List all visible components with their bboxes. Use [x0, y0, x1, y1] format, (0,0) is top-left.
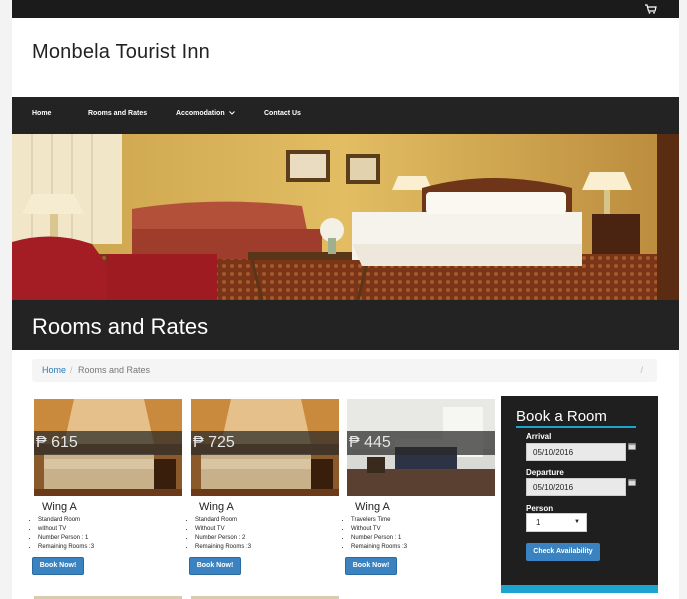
- top-bar: [12, 0, 679, 18]
- book-a-room-panel: Book a Room Arrival 05/10/2016 Departure…: [501, 396, 658, 593]
- hero-banner-image: [12, 134, 679, 300]
- select-arrow-icon: ▼: [574, 519, 580, 525]
- breadcrumb-trailing-separator: /: [640, 365, 643, 375]
- book-now-button[interactable]: Book Now!: [345, 557, 397, 575]
- check-availability-button[interactable]: Check Availability: [526, 543, 600, 561]
- person-select[interactable]: 1 ▼: [526, 513, 587, 532]
- departure-label: Departure: [526, 468, 564, 477]
- price-band: ₱ 725: [191, 431, 339, 455]
- room-details-list: Travelers Time Without TV Number Person …: [341, 516, 407, 552]
- page-title-bar: Rooms and Rates: [12, 300, 679, 350]
- book-now-button[interactable]: Book Now!: [32, 557, 84, 575]
- departure-date-input[interactable]: 05/10/2016: [526, 478, 626, 496]
- room-detail-item: Without TV: [351, 525, 407, 534]
- page-frame-right: [679, 0, 687, 599]
- room-price: ₱ 445: [349, 434, 391, 451]
- nav-home[interactable]: Home: [32, 110, 51, 117]
- room-detail-item: without TV: [38, 525, 94, 534]
- breadcrumb-current: Rooms and Rates: [78, 365, 151, 375]
- room-card: ₱ 725 Wing A Standard Room Without TV Nu…: [189, 399, 339, 581]
- room-details-list: Standard Room Without TV Number Person :…: [185, 516, 251, 552]
- room-price: ₱ 725: [193, 434, 235, 451]
- nav-accomodation-label: Accomodation: [176, 110, 225, 117]
- room-name[interactable]: Wing A: [42, 501, 77, 513]
- room-detail-item: Travelers Time: [351, 516, 407, 525]
- person-select-value: 1: [536, 518, 541, 527]
- nav-accomodation[interactable]: Accomodation: [176, 110, 235, 117]
- shopping-cart-icon[interactable]: [645, 4, 657, 14]
- room-card: ₱ 445 Wing A Travelers Time Without TV N…: [345, 399, 495, 581]
- book-a-room-title: Book a Room: [516, 408, 607, 425]
- arrival-label: Arrival: [526, 432, 552, 441]
- chevron-down-icon: [228, 111, 235, 115]
- site-title[interactable]: Monbela Tourist Inn: [32, 41, 210, 64]
- breadcrumb: Home / Rooms and Rates /: [32, 359, 657, 382]
- room-card: ₱ 615 Wing A Standard Room without TV Nu…: [32, 399, 182, 581]
- room-details-list: Standard Room without TV Number Person :…: [28, 516, 94, 552]
- room-detail-item: Remaining Rooms :3: [195, 543, 251, 552]
- room-name[interactable]: Wing A: [199, 501, 234, 513]
- main-navbar: Home Rooms and Rates Accomodation Contac…: [12, 97, 679, 134]
- room-detail-item: Standard Room: [195, 516, 251, 525]
- room-detail-item: Remaining Rooms :3: [38, 543, 94, 552]
- room-name[interactable]: Wing A: [355, 501, 390, 513]
- room-detail-item: Without TV: [195, 525, 251, 534]
- nav-contact-us[interactable]: Contact Us: [264, 110, 301, 117]
- room-detail-item: Number Person : 1: [38, 534, 94, 543]
- nav-rooms-and-rates[interactable]: Rooms and Rates: [88, 110, 147, 117]
- room-detail-item: Number Person : 1: [351, 534, 407, 543]
- arrival-date-input[interactable]: 05/10/2016: [526, 443, 626, 461]
- panel-accent-bar: [501, 585, 658, 593]
- calendar-icon[interactable]: [628, 478, 636, 486]
- room-detail-item: Number Person : 2: [195, 534, 251, 543]
- calendar-icon[interactable]: [628, 442, 636, 450]
- breadcrumb-separator: /: [70, 365, 73, 375]
- room-detail-item: Standard Room: [38, 516, 94, 525]
- page-title: Rooms and Rates: [32, 314, 209, 339]
- person-label: Person: [526, 504, 554, 513]
- title-underline: [516, 426, 636, 428]
- room-price: ₱ 615: [36, 434, 78, 451]
- price-band: ₱ 445: [347, 431, 495, 455]
- book-now-button[interactable]: Book Now!: [189, 557, 241, 575]
- price-band: ₱ 615: [34, 431, 182, 455]
- room-detail-item: Remaining Rooms :3: [351, 543, 407, 552]
- breadcrumb-home-link[interactable]: Home: [42, 365, 66, 375]
- page-frame-left: [0, 0, 12, 599]
